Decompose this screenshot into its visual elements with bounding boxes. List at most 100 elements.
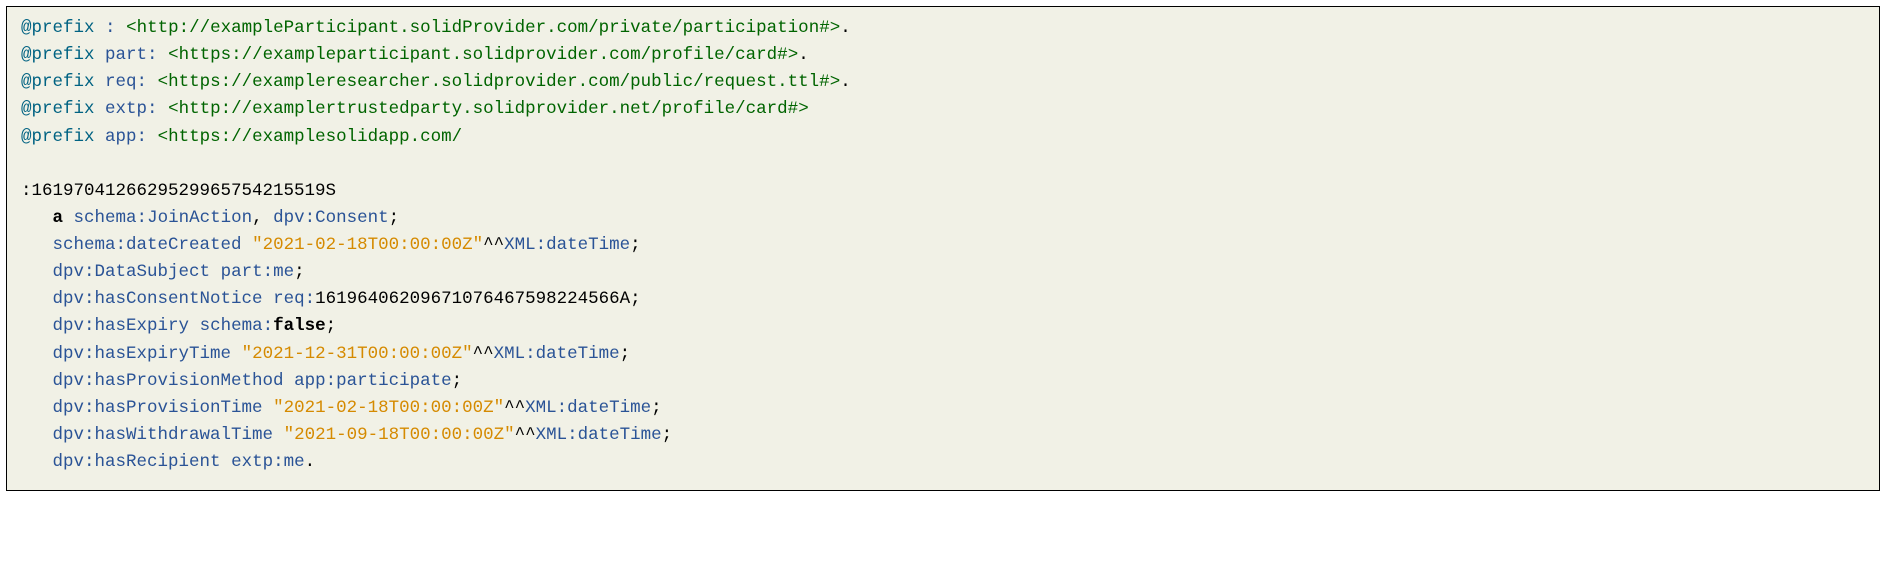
qname-prefix: req: [273,289,315,309]
string-literal: "2021-02-18T00:00:00Z" [252,235,483,255]
triple-line: dpv:hasExpiry schema:false; [21,316,336,336]
string-literal: "2021-12-31T00:00:00Z" [242,344,473,364]
qname-local: JoinAction [147,208,252,228]
qname-local: hasRecipient [95,452,221,472]
end-punct: ; [452,371,463,391]
end-punct: ; [630,235,641,255]
angle-open: < [126,18,137,38]
qname-prefix: dpv: [53,289,95,309]
triple-line: dpv:hasRecipient extp:me. [21,452,315,472]
qname-local: dateCreated [126,235,242,255]
string-literal: "2021-02-18T00:00:00Z" [273,398,504,418]
string-literal: "2021-09-18T00:00:00Z" [284,425,515,445]
qname-prefix: dpv: [53,398,95,418]
qname-local: hasExpiry [95,316,190,336]
qname-local: hasWithdrawalTime [95,425,274,445]
indent [21,289,53,309]
qname-prefix: XML: [504,235,546,255]
prefix-url: http://exampleParticipant.solidProvider.… [137,18,830,38]
a-keyword: a [53,208,64,228]
qname-local: participate [336,371,452,391]
qname-local: hasExpiryTime [95,344,232,364]
space [284,371,295,391]
dot: . [840,72,851,92]
prefix-line: @prefix part: <https://exampleparticipan… [21,45,809,65]
angle-open: < [168,99,179,119]
triple-line: dpv:hasProvisionMethod app:participate; [21,371,462,391]
space [63,208,74,228]
prefix-keyword: @prefix [21,45,95,65]
caret: ^^ [483,235,504,255]
qname-prefix: dpv: [53,452,95,472]
qname-prefix: dpv: [53,425,95,445]
dot: . [840,18,851,38]
prefix-url: https://exampleresearcher.solidprovider.… [168,72,830,92]
qname-local: DataSubject [95,262,211,282]
space [242,235,253,255]
triple-line: dpv:hasWithdrawalTime "2021-09-18T00:00:… [21,425,672,445]
end-punct: ; [651,398,662,418]
indent [21,208,53,228]
prefix-line: @prefix req: <https://exampleresearcher.… [21,72,851,92]
caret: ^^ [504,398,525,418]
indent [21,371,53,391]
prefix-keyword: @prefix [21,18,95,38]
qname-prefix: XML: [536,425,578,445]
prefix-keyword: @prefix [21,127,95,147]
prefix-url: http://examplertrustedparty.solidprovide… [179,99,799,119]
qname-local: me [284,452,305,472]
end-punct: ; [662,425,673,445]
qname-local: hasProvisionMethod [95,371,284,391]
indent [21,235,53,255]
prefix-url: https://exampleparticipant.solidprovider… [179,45,788,65]
prefix-name: app: [105,127,147,147]
qname-prefix: app: [294,371,336,391]
qname-prefix: dpv: [53,262,95,282]
indent [21,316,53,336]
prefix-url: https://examplesolidapp.com/ [168,127,462,147]
prefix-name: extp: [105,99,158,119]
boolean-literal: false [273,316,326,336]
qname-local: dateTime [578,425,662,445]
triple-line: dpv:DataSubject part:me; [21,262,305,282]
end-punct: ; [294,262,305,282]
space [210,262,221,282]
prefix-keyword: @prefix [21,72,95,92]
qname-local: 16196406209671076467598224566A [315,289,630,309]
qname-prefix: extp: [231,452,284,472]
triple-line: dpv:hasExpiryTime "2021-12-31T00:00:00Z"… [21,344,630,364]
angle-open: < [158,72,169,92]
angle-open: < [168,45,179,65]
qname-local: me [273,262,294,282]
qname-local: dateTime [567,398,651,418]
caret: ^^ [515,425,536,445]
qname-prefix: XML: [494,344,536,364]
indent [21,425,53,445]
qname-prefix: dpv: [53,371,95,391]
prefix-line: @prefix extp: <http://examplertrustedpar… [21,99,809,119]
qname-local: dateTime [536,344,620,364]
prefix-line: @prefix : <http://exampleParticipant.sol… [21,18,851,38]
end-punct: ; [389,208,400,228]
prefix-line: @prefix app: <https://examplesolidapp.co… [21,127,462,147]
end-punct: . [305,452,316,472]
end-punct: ; [630,289,641,309]
qname-prefix: dpv: [53,316,95,336]
qname-prefix: dpv: [273,208,315,228]
qname-prefix: XML: [525,398,567,418]
indent [21,344,53,364]
end-punct: ; [326,316,337,336]
triple-line: dpv:hasConsentNotice req:161964062096710… [21,289,641,309]
subject-id: :1619704126629529965754215519S [21,181,336,201]
triple-line: dpv:hasProvisionTime "2021-02-18T00:00:0… [21,398,662,418]
space [231,344,242,364]
caret: ^^ [473,344,494,364]
space [189,316,200,336]
qname-prefix: schema: [53,235,127,255]
indent [21,398,53,418]
angle-close: > [798,99,809,119]
qname-prefix: schema: [200,316,274,336]
angle-close: > [788,45,799,65]
space [273,425,284,445]
turtle-code-block: @prefix : <http://exampleParticipant.sol… [6,6,1880,491]
